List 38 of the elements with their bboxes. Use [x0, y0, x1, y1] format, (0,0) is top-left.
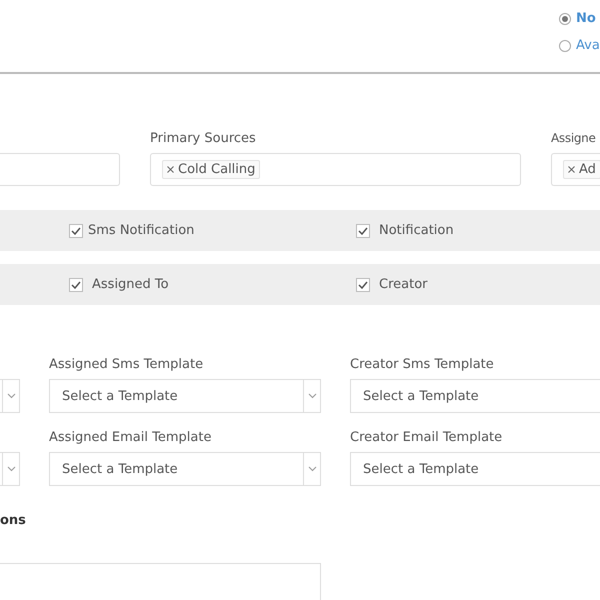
multi-select-field[interactable]: Cold Calling — [150, 153, 521, 186]
checkbox-label: Assigned To — [92, 276, 169, 292]
chevron-down-icon — [6, 466, 16, 472]
radio-label: Ava — [576, 38, 600, 53]
checkbox-label: Sms Notification — [88, 222, 194, 238]
chevron-down-icon — [308, 393, 316, 399]
multi-select-field[interactable]: Ad — [551, 153, 600, 186]
chevron-down-icon — [6, 393, 16, 399]
select-dropdown[interactable]: Select a Template — [350, 379, 600, 413]
radio-button[interactable] — [559, 12, 571, 24]
checkmark-icon — [358, 226, 368, 234]
select-dropdown[interactable]: Select a Template — [49, 452, 321, 486]
radio-button[interactable] — [559, 40, 571, 52]
field-label: Primary Sources — [150, 131, 257, 147]
field-label: Creator Sms Template — [350, 357, 495, 373]
checkbox[interactable] — [69, 224, 83, 238]
remove-icon[interactable] — [568, 166, 575, 173]
checkbox[interactable] — [69, 278, 83, 292]
checkbox[interactable] — [356, 224, 370, 238]
checkmark-icon — [358, 280, 368, 288]
remove-icon[interactable] — [167, 166, 174, 173]
chevron-down-icon — [308, 466, 316, 472]
field-label: Assigned Email Template — [49, 430, 212, 446]
field-label: Assigne — [551, 131, 597, 147]
field-label: Creator Email Template — [350, 430, 504, 446]
checkbox[interactable] — [356, 278, 370, 292]
checkmark-icon — [71, 226, 81, 234]
select-dropdown[interactable]: Select a Template — [49, 379, 321, 413]
select-dropdown[interactable]: Select a Template — [350, 452, 600, 486]
tag-chip[interactable]: Cold Calling — [162, 160, 260, 179]
tag-chip[interactable]: Ad — [563, 160, 600, 179]
radio-label: No — [576, 11, 596, 26]
checkmark-icon — [71, 280, 81, 288]
section-heading: ons — [0, 513, 27, 528]
checkbox-label: Notification — [379, 222, 454, 238]
multi-select-field[interactable] — [0, 153, 120, 186]
field-label: Assigned Sms Template — [49, 357, 204, 373]
checkbox-label: Creator — [379, 276, 428, 292]
